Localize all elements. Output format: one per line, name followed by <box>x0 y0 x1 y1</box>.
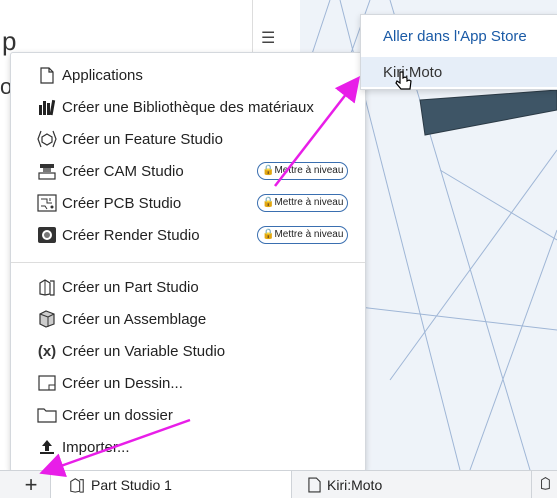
menu-item-render-studio[interactable]: Créer Render Studio 🔒Mettre à niveau <box>11 220 365 250</box>
menu-item-variable-studio[interactable]: (x) Créer un Variable Studio <box>11 336 365 366</box>
list-toggle-button[interactable]: ☰ <box>252 0 287 56</box>
menu-divider <box>11 262 365 263</box>
menu-item-label: Créer un Part Studio <box>62 278 199 296</box>
tab-label: Kiri:Moto <box>327 476 383 493</box>
menu-item-label: Créer Render Studio <box>62 226 200 244</box>
assembly-icon <box>37 309 57 329</box>
menu-item-cam-studio[interactable]: Créer CAM Studio 🔒Mettre à niveau <box>11 156 365 186</box>
tab-kiri-moto[interactable]: Kiri:Moto <box>292 471 532 498</box>
menu-item-materials-library[interactable]: Créer une Bibliothèque des matériaux <box>11 92 365 122</box>
menu-item-label: Créer CAM Studio <box>62 162 184 180</box>
document-icon <box>308 476 321 493</box>
menu-item-label: Créer un Assemblage <box>62 310 207 328</box>
applications-submenu: Aller dans l'App Store Kiri:Moto <box>360 14 557 90</box>
menu-item-part-studio[interactable]: Créer un Part Studio <box>11 272 365 302</box>
pcb-studio-icon <box>37 193 57 213</box>
part-studio-icon <box>540 475 554 494</box>
menu-item-label: Applications <box>62 66 143 84</box>
upload-icon <box>37 437 57 457</box>
menu-item-assembly[interactable]: Créer un Assemblage <box>11 304 365 334</box>
part-studio-icon <box>69 477 85 493</box>
plus-icon: + <box>24 472 38 497</box>
menu-item-label: Créer une Bibliothèque des matériaux <box>62 98 314 116</box>
document-icon <box>37 65 57 85</box>
render-studio-icon <box>37 225 57 245</box>
submenu-item-label: Aller dans l'App Store <box>383 27 527 45</box>
create-menu: Applications Créer une Bibliothèque des … <box>10 52 366 472</box>
menu-item-pcb-studio[interactable]: Créer PCB Studio 🔒Mettre à niveau <box>11 188 365 218</box>
menu-item-label: Créer un dossier <box>62 406 173 424</box>
submenu-item-app-store[interactable]: Aller dans l'App Store <box>361 21 557 51</box>
menu-item-applications[interactable]: Applications <box>11 60 365 90</box>
menu-item-drawing[interactable]: Créer un Dessin... <box>11 368 365 398</box>
folder-icon <box>37 405 57 425</box>
hand-cursor-icon <box>395 71 412 90</box>
menu-item-label: Créer un Feature Studio <box>62 130 223 148</box>
materials-library-icon <box>37 97 57 117</box>
menu-item-label: Créer un Variable Studio <box>62 342 226 360</box>
tab-overflow[interactable] <box>540 471 557 498</box>
feature-studio-icon <box>37 129 57 149</box>
menu-item-feature-studio[interactable]: Créer un Feature Studio <box>11 124 365 154</box>
add-tab-button[interactable]: + <box>14 471 48 498</box>
upgrade-badge[interactable]: 🔒Mettre à niveau <box>257 162 349 180</box>
submenu-item-kiri-moto[interactable]: Kiri:Moto <box>361 57 557 87</box>
upgrade-badge[interactable]: 🔒Mettre à niveau <box>257 226 349 244</box>
drawing-icon <box>37 373 57 393</box>
upgrade-badge[interactable]: 🔒Mettre à niveau <box>257 194 349 212</box>
menu-item-label: Créer un Dessin... <box>62 374 183 392</box>
part-studio-icon <box>37 277 57 297</box>
tab-part-studio-1[interactable]: Part Studio 1 <box>50 471 292 498</box>
menu-item-import[interactable]: Importer... <box>11 432 365 462</box>
tab-label: Part Studio 1 <box>91 476 172 493</box>
cam-studio-icon <box>37 161 57 181</box>
variable-studio-icon: (x) <box>37 342 57 360</box>
tab-bar: + Part Studio 1 Kiri:Moto <box>0 470 557 498</box>
menu-item-label: Créer PCB Studio <box>62 194 182 212</box>
menu-item-folder[interactable]: Créer un dossier <box>11 400 365 430</box>
list-icon: ☰ <box>261 30 276 47</box>
menu-item-label: Importer... <box>62 438 130 456</box>
